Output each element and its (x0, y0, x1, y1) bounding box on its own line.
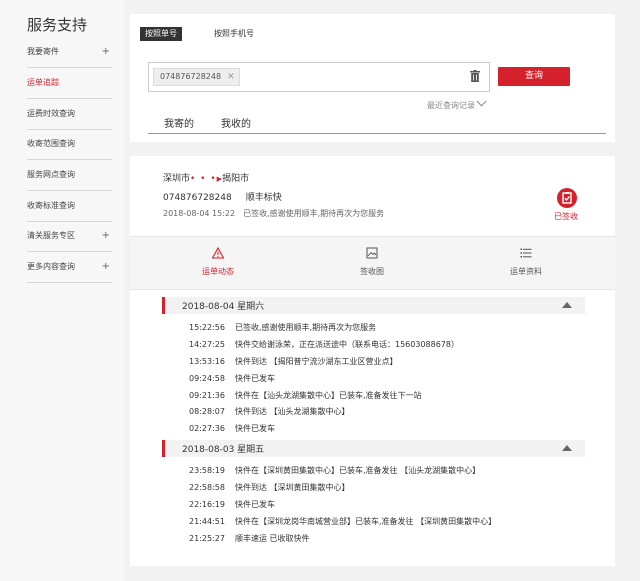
date-header: 2018-08-04 星期六 (162, 297, 585, 314)
route-dots: • • • (190, 174, 217, 184)
timeline-event: 08:28:07 快件到达 【汕头龙湖集散中心】 (189, 407, 350, 416)
timeline-event: 22:58:58 快件到达 【深圳黄田集散中心】 (189, 483, 350, 492)
sidebar-item-range[interactable]: 收寄范围查询 (27, 129, 112, 160)
timeline-event: 15:22:56 已签收,感谢使用顺丰,期待再次为您服务 (189, 323, 377, 332)
signed-status-label: 已签收 (554, 212, 578, 221)
close-icon[interactable]: ✕ (227, 72, 235, 82)
divider (148, 133, 606, 134)
service-type: 顺丰标快 (245, 193, 282, 203)
waybill-number: 074876728248 (163, 193, 232, 203)
plus-icon: + (101, 230, 110, 241)
warning-triangle-icon (212, 247, 224, 259)
timeline-event: 13:53:16 快件到达 【揭阳普宁流沙湖东工业区营业点】 (189, 357, 398, 366)
waybill-chip: 074876728248 ✕ (153, 68, 240, 86)
timeline-event: 09:24:58 快件已发车 (189, 374, 275, 383)
sidebar-title: 服务支持 (27, 16, 88, 34)
plus-icon: + (101, 46, 110, 57)
tab-waybill-dynamics[interactable]: 运单动态 (183, 247, 253, 277)
last-status: 2018-08-04 15:22 已签收,感谢使用顺丰,期待再次为您服务 (163, 208, 384, 219)
timeline-event: 02:27:36 快件已发车 (189, 424, 275, 433)
last-status-time: 2018-08-04 15:22 (163, 209, 236, 218)
tab-waybill-info[interactable]: 运单资料 (491, 247, 561, 277)
sidebar-item-customs[interactable]: 清关服务专区 + (27, 221, 112, 252)
waybill-info: 074876728248 顺丰标快 (163, 190, 282, 203)
query-button[interactable]: 查询 (498, 67, 570, 86)
timeline-event: 21:25:27 顺丰速运 已收取快件 (189, 534, 310, 543)
sidebar: 服务支持 我要寄件 + 运单追踪 运费时效查询 收寄范围查询 服务网点查询 收寄标… (0, 0, 124, 581)
sidebar-item-outlets[interactable]: 服务网点查询 (27, 160, 112, 191)
tab-my-sent[interactable]: 我寄的 (164, 115, 194, 130)
tab-signature-image[interactable]: 签收图 (337, 247, 407, 277)
collapse-caret-icon[interactable] (562, 445, 572, 451)
list-icon (520, 248, 532, 258)
timeline-event: 14:27:25 快件交给谢泳荣，正在派送途中（联系电话：15603088678） (189, 340, 459, 349)
sidebar-item-standard[interactable]: 收寄标准查询 (27, 191, 112, 222)
image-icon (366, 247, 378, 259)
clipboard-check-icon (562, 192, 572, 204)
collapse-caret-icon[interactable] (562, 302, 572, 308)
timeline-event: 22:16:19 快件已发车 (189, 500, 275, 509)
timeline-event: 23:58:19 快件在【深圳黄田集散中心】已装车,准备发往 【汕头龙湖集散中心】 (189, 466, 481, 475)
sidebar-item-fee-time[interactable]: 运费时效查询 (27, 99, 112, 130)
date-header: 2018-08-03 星期五 (162, 440, 585, 457)
sidebar-item-send[interactable]: 我要寄件 + (27, 37, 112, 68)
origin-city: 深圳市 (163, 174, 191, 184)
destination-city: 揭阳市 (222, 174, 250, 184)
tab-by-phone[interactable]: 按照手机号 (214, 27, 254, 41)
timeline-event: 09:21:36 快件在【汕头龙湖集散中心】已装车,准备发往下一站 (189, 391, 422, 400)
plus-icon: + (101, 261, 110, 272)
route: 深圳市• • •▶揭阳市 (163, 171, 249, 184)
recent-queries-link[interactable]: 最近查询记录 (427, 96, 487, 111)
tab-by-waybill[interactable]: 按照单号 (140, 27, 182, 41)
signed-icon (557, 188, 577, 208)
timeline-event: 21:44:51 快件在【深圳龙岗华南城营业部】已装车,准备发往 【深圳黄田集散中… (189, 517, 497, 526)
trash-icon[interactable] (470, 70, 480, 82)
tab-my-received[interactable]: 我收的 (221, 115, 251, 130)
last-status-text: 已签收,感谢使用顺丰,期待再次为您服务 (243, 209, 385, 218)
sidebar-item-more[interactable]: 更多内容查询 + (27, 252, 112, 283)
sidebar-item-tracking[interactable]: 运单追踪 (27, 68, 112, 99)
